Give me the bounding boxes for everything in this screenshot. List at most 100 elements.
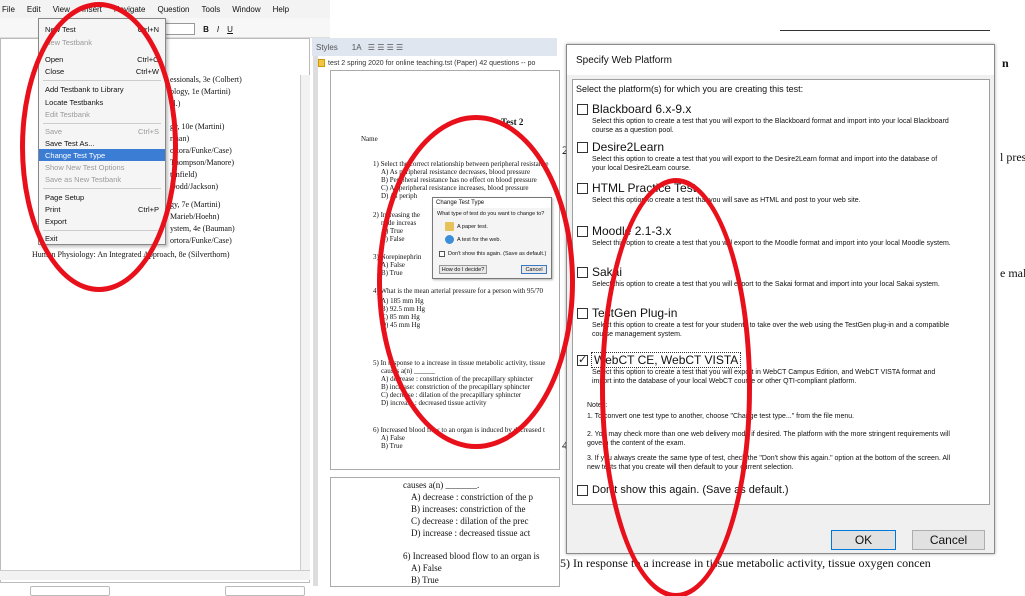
answer-line[interactable]: B) False	[381, 235, 405, 243]
testgen-plugin-checkbox[interactable]	[577, 307, 588, 319]
answer-line[interactable]: C) As peripheral resistance increases, b…	[381, 184, 529, 192]
answer-line[interactable]: C) 85 mm Hg	[381, 313, 420, 321]
menu-item-exit[interactable]: Exit	[39, 232, 165, 244]
answer-line[interactable]: D) increase : decreased tissue act	[411, 528, 530, 538]
testbank-item[interactable]: Human Physiology: An Integrated Approach…	[32, 250, 230, 259]
how-do-i-decide-button[interactable]: How do I decide?	[439, 265, 487, 274]
answer-line[interactable]: B) increase: constriction of the precapi…	[381, 383, 530, 391]
answer-line[interactable]: A) False	[381, 434, 405, 442]
answer-line[interactable]: D) 45 mm Hg	[381, 321, 420, 329]
testbank-item[interactable]: gy, 7e (Martini)	[170, 200, 220, 209]
dont-show-again-row[interactable]: Don't show this again. (Save as default.…	[577, 484, 789, 496]
dont-show-again-checkbox[interactable]	[577, 484, 588, 496]
menu-item-locate-testbanks[interactable]: Locate Testbanks	[39, 96, 165, 108]
testbank-item[interactable]: Marieb/Hoehn)	[170, 212, 219, 221]
horizontal-scrollbar[interactable]	[0, 570, 310, 580]
menu-item-export[interactable]: Export	[39, 215, 165, 227]
question-line[interactable]: 3) Norepinephrin	[373, 253, 421, 261]
testbank-item[interactable]: ystem, 4e (Bauman)	[170, 224, 235, 233]
answer-line[interactable]: A) False	[411, 563, 442, 573]
cancel-button[interactable]: Cancel	[521, 265, 547, 274]
testbank-item[interactable]: ortora/Funke/Case)	[170, 146, 232, 155]
menu-question[interactable]: Question	[157, 5, 189, 14]
menu-insert[interactable]: Insert	[82, 5, 102, 14]
menu-edit[interactable]: Edit	[27, 5, 41, 14]
option-label[interactable]: HTML Practice Test	[592, 181, 696, 195]
split-divider[interactable]	[313, 56, 318, 586]
sakai-checkbox[interactable]	[577, 266, 588, 278]
question-line[interactable]: causes a(n) ______	[381, 367, 435, 375]
option-paper-test[interactable]: A paper test.	[457, 224, 488, 230]
menu-item-open[interactable]: Open Ctrl+O	[39, 53, 165, 65]
option-html-practice-test[interactable]: HTML Practice Test	[577, 181, 696, 195]
menu-item-close[interactable]: Close Ctrl+W	[39, 65, 165, 77]
question-line[interactable]: 6) Increased blood flow to an organ is i…	[373, 426, 545, 434]
moodle-checkbox[interactable]	[577, 225, 588, 237]
option-webct[interactable]: WebCT CE, WebCT VISTA	[577, 352, 742, 368]
html-practice-checkbox[interactable]	[577, 182, 588, 194]
option-desire2learn[interactable]: Desire2Learn	[577, 140, 664, 154]
question-line[interactable]: node increas	[381, 219, 416, 227]
option-web-test[interactable]: A test for the web.	[457, 237, 501, 243]
option-label[interactable]: Blackboard 6.x-9.x	[592, 102, 691, 116]
menu-item-save-as[interactable]: Save Test As...	[39, 137, 165, 149]
menu-window[interactable]: Window	[232, 5, 260, 14]
answer-line[interactable]: A) True	[381, 227, 403, 235]
answer-line[interactable]: B) increases: constriction of the	[411, 504, 525, 514]
option-sakai[interactable]: Sakai	[577, 265, 622, 279]
menu-item-print[interactable]: Print Ctrl+P	[39, 203, 165, 215]
answer-line[interactable]: B) True	[411, 575, 439, 585]
question-line[interactable]: 2) Increasing the	[373, 211, 420, 219]
dont-show-checkbox[interactable]	[439, 251, 445, 257]
testbank-item[interactable]: rman)	[170, 134, 189, 143]
answer-line[interactable]: C) decrease : dilation of the precapilla…	[381, 391, 521, 399]
option-label[interactable]: WebCT CE, WebCT VISTA	[590, 352, 742, 368]
question-line[interactable]: 6) Increased blood flow to an organ is	[403, 551, 540, 561]
answer-line[interactable]: B) True	[381, 442, 403, 450]
option-label[interactable]: Desire2Learn	[592, 140, 664, 154]
option-label[interactable]: Moodle 2.1-3.x	[592, 224, 671, 238]
question-line[interactable]: 5) In response to a increase in tissue m…	[373, 359, 545, 367]
testbank-item[interactable]: essionals, 3e (Colbert)	[170, 75, 242, 84]
testbank-item[interactable]: Thompson/Manore)	[170, 158, 234, 167]
format-icons[interactable]: 1A ☰ ☰ ☰ ☰	[352, 43, 403, 52]
menu-tools[interactable]: Tools	[202, 5, 221, 14]
option-label[interactable]: Sakai	[592, 265, 622, 279]
desire2learn-checkbox[interactable]	[577, 141, 588, 153]
question-line[interactable]: 1) Select the correct relationship betwe…	[373, 160, 549, 168]
webct-checkbox[interactable]	[577, 353, 588, 367]
dont-show-again-label[interactable]: Don't show this again. (Save as default.…	[592, 484, 789, 496]
menu-help[interactable]: Help	[273, 5, 289, 14]
menu-item-change-test-type[interactable]: Change Test Type	[39, 149, 165, 161]
blackboard-checkbox[interactable]	[577, 103, 588, 115]
answer-line[interactable]: D) As periph	[381, 192, 417, 200]
menu-file[interactable]: File	[2, 5, 15, 14]
testbank-item[interactable]: ortora/Funke/Case)	[170, 236, 232, 245]
question-line[interactable]: 4) What is the mean arterial pressure fo…	[373, 287, 543, 295]
menu-item-add-testbank[interactable]: Add Testbank to Library	[39, 83, 165, 95]
underline-button[interactable]: U	[227, 25, 233, 34]
testbank-item[interactable]: Dodd/Jackson)	[170, 182, 218, 191]
cancel-button[interactable]: Cancel	[912, 530, 985, 550]
testbank-item[interactable]: ology, 1e (Martini)	[170, 87, 231, 96]
menu-view[interactable]: View	[53, 5, 70, 14]
styles-tab[interactable]: Styles	[316, 43, 338, 52]
menu-item-new-test[interactable]: New Test Ctrl+N	[39, 23, 165, 35]
document-tab[interactable]: test 2 spring 2020 for online teaching.t…	[318, 56, 563, 70]
answer-line[interactable]: C) decrease : dilation of the prec	[411, 516, 528, 526]
answer-line[interactable]: B) True	[381, 269, 403, 277]
option-testgen-plugin[interactable]: TestGen Plug-in	[577, 306, 677, 320]
question-line[interactable]: causes a(n) _______.	[403, 480, 479, 490]
testbank-item[interactable]: gy, 10e (Martini)	[170, 122, 224, 131]
answer-line[interactable]: A) As peripheral resistance decreases, b…	[381, 168, 530, 176]
answer-line[interactable]: A) 185 mm Hg	[381, 297, 424, 305]
testbank-item[interactable]: tanfield)	[170, 170, 197, 179]
answer-line[interactable]: B) Peripheral resistance has no effect o…	[381, 176, 537, 184]
answer-line[interactable]: B) 92.5 mm Hg	[381, 305, 425, 313]
bold-button[interactable]: B	[203, 25, 209, 34]
ok-button[interactable]: OK	[831, 530, 896, 550]
testbank-scrollbar[interactable]	[300, 75, 310, 575]
answer-line[interactable]: A) decrease : constriction of the p	[411, 492, 533, 502]
testbank-item[interactable]: al.)	[170, 99, 180, 108]
answer-line[interactable]: A) decrease : constriction of the precap…	[381, 375, 533, 383]
